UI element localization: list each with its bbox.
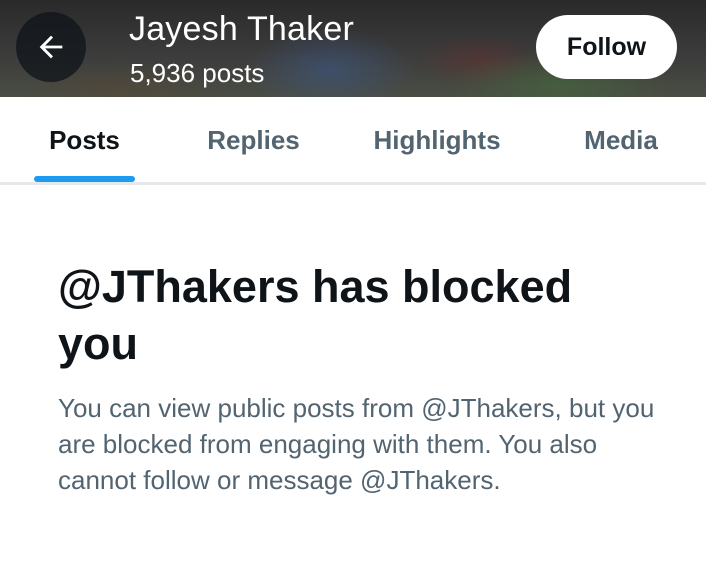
tabs-divider [0,182,706,185]
tab-replies[interactable]: Replies [190,97,317,183]
tab-media[interactable]: Media [566,97,676,183]
tab-highlights[interactable]: Highlights [358,97,516,183]
tab-posts[interactable]: Posts [34,97,135,183]
profile-header-banner: Jayesh Thaker 5,936 posts Follow [0,0,706,97]
arrow-left-icon [39,35,63,59]
back-button[interactable] [16,12,86,82]
profile-tabs: Posts Replies Highlights Media [0,97,706,183]
profile-name: Jayesh Thaker [129,10,354,48]
blocked-message: You can view public posts from @JThakers… [58,393,655,495]
blocked-title: @JThakers has blocked you [58,261,573,369]
post-count: 5,936 posts [130,58,265,88]
follow-button[interactable]: Follow [536,15,677,79]
